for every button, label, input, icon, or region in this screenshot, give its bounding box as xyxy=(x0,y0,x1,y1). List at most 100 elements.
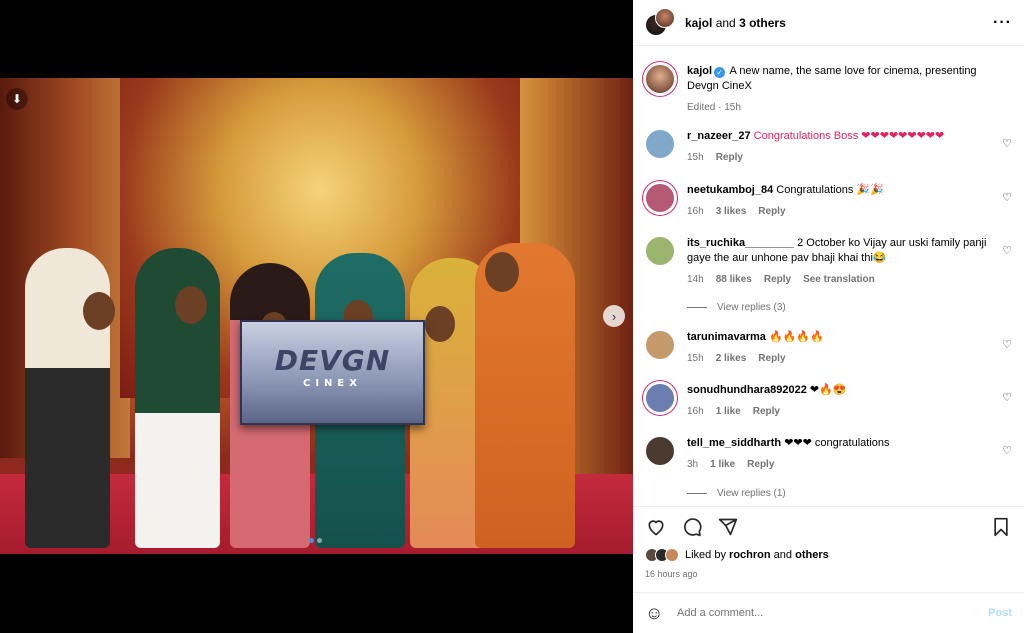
comment-likes[interactable]: 1 like xyxy=(716,404,741,419)
reply-button[interactable]: Reply xyxy=(747,457,774,472)
caption-text: A new name, the same love for cinema, pr… xyxy=(687,65,977,92)
person-1-head xyxy=(83,292,115,330)
comment-meta: 3h 1 like Reply xyxy=(687,457,992,472)
collaborators-link[interactable]: 3 others xyxy=(739,16,786,30)
post-photo[interactable]: DEVGN CINEX xyxy=(0,78,633,554)
likes-and-text: and xyxy=(773,549,793,561)
post-media: DEVGN CINEX ⬇ › xyxy=(0,0,633,633)
caption-edited: Edited · 15h xyxy=(687,102,741,113)
emoji-icon[interactable]: ☺ xyxy=(645,603,667,624)
comment-text: Congratulations 🎉🎉 xyxy=(776,184,884,196)
post-panel: kajol and 3 others ··· kajol ✓ A new name… xyxy=(633,0,1024,633)
comment-text: Congratulations Boss ❤❤❤❤❤❤❤❤❤ xyxy=(753,130,945,142)
comment-likes[interactable]: 1 like xyxy=(710,457,735,472)
caption-username[interactable]: kajol xyxy=(687,65,712,77)
comment-text: 🔥🔥🔥🔥 xyxy=(768,331,824,343)
person-5-head xyxy=(425,306,455,342)
replies-line xyxy=(687,493,707,494)
post-header: kajol and 3 others ··· xyxy=(633,0,1024,46)
person-2-head xyxy=(175,286,207,324)
liker-username[interactable]: rochron xyxy=(729,549,771,561)
header-authors: kajol and 3 others xyxy=(685,16,786,30)
view-replies-button[interactable]: View replies (1) xyxy=(687,488,786,499)
verified-badge-icon: ✓ xyxy=(714,67,726,78)
like-comment-icon[interactable]: ♡ xyxy=(1002,444,1012,457)
author-username[interactable]: kajol xyxy=(685,16,712,30)
caption-body: kajol ✓ A new name, the same love for cin… xyxy=(687,64,992,115)
comments-scroll[interactable]: kajol ✓ A new name, the same love for cin… xyxy=(633,47,1024,506)
like-comment-icon[interactable]: ♡ xyxy=(1002,244,1012,257)
comment-body: tarunimavarma 🔥🔥🔥🔥 15h 2 likes Reply xyxy=(687,330,992,366)
avatar[interactable] xyxy=(645,64,675,94)
like-comment-icon[interactable]: ♡ xyxy=(1002,137,1012,150)
author-avatars[interactable] xyxy=(645,7,675,38)
avatar[interactable] xyxy=(645,383,675,413)
reply-button[interactable]: Reply xyxy=(758,351,785,366)
bookmark-icon[interactable] xyxy=(990,516,1012,538)
comment-time: 15h xyxy=(687,353,704,364)
comment-body: tell_me_siddharth ❤❤❤ congratulations 3h… xyxy=(687,436,992,472)
caption-meta: Edited · 15h xyxy=(687,100,992,115)
comment-time: 15h xyxy=(687,152,704,163)
avatar[interactable] xyxy=(645,183,675,213)
comment-time: 16h xyxy=(687,406,704,417)
comment-likes[interactable]: 2 likes xyxy=(716,351,747,366)
view-replies-button[interactable]: View replies (3) xyxy=(687,302,786,313)
person-6-head xyxy=(485,252,519,292)
post-comment-button[interactable]: Post xyxy=(988,607,1012,619)
likes-text: Liked by rochron and others xyxy=(685,549,829,561)
download-icon[interactable]: ⬇ xyxy=(6,88,28,110)
replies-line xyxy=(687,307,707,308)
comment-username[interactable]: tarunimavarma xyxy=(687,331,766,343)
comment-body: r_nazeer_27 Congratulations Boss ❤❤❤❤❤❤❤… xyxy=(687,129,992,165)
comment-username[interactable]: tell_me_siddharth xyxy=(687,437,781,449)
avatar[interactable] xyxy=(645,436,675,466)
devgn-cinex-sign: DEVGN CINEX xyxy=(240,320,425,425)
like-icon[interactable] xyxy=(645,516,667,538)
like-comment-icon[interactable]: ♡ xyxy=(1002,191,1012,204)
like-comment-icon[interactable]: ♡ xyxy=(1002,338,1012,351)
avatar xyxy=(655,7,675,28)
reply-button[interactable]: Reply xyxy=(764,272,791,287)
comment-icon[interactable] xyxy=(681,516,703,538)
comment-username[interactable]: sonudhundhara892022 xyxy=(687,384,807,396)
see-translation-link[interactable]: See translation xyxy=(803,272,875,287)
comment-time: 3h xyxy=(687,459,699,470)
avatar[interactable] xyxy=(645,236,675,266)
view-replies-label[interactable]: View replies (1) xyxy=(717,488,786,499)
avatar[interactable] xyxy=(645,330,675,360)
likers-others-link[interactable]: others xyxy=(795,549,829,561)
comment-input[interactable] xyxy=(677,607,989,619)
liked-by-label: Liked by xyxy=(685,549,726,561)
more-options-icon[interactable]: ··· xyxy=(993,14,1012,32)
comment-text: ❤🔥😍 xyxy=(809,384,847,396)
comment-composer: ☺ Post xyxy=(633,592,1024,633)
avatar[interactable] xyxy=(645,129,675,159)
share-icon[interactable] xyxy=(717,516,739,538)
comment-body: sonudhundhara892022 ❤🔥😍 16h 1 like Reply xyxy=(687,383,992,419)
comment-username[interactable]: neetukamboj_84 xyxy=(687,184,773,196)
sign-title: DEVGN xyxy=(274,344,391,377)
comment-username[interactable]: r_nazeer_27 xyxy=(687,130,751,142)
likes-summary: Liked by rochron and others xyxy=(645,548,829,562)
comment-username[interactable]: its_ruchika________ xyxy=(687,237,794,249)
sign-subtitle: CINEX xyxy=(303,378,362,389)
carousel-dot-active xyxy=(309,538,314,543)
chevron-right-icon: › xyxy=(611,308,617,324)
like-comment-icon[interactable]: ♡ xyxy=(1002,391,1012,404)
reply-button[interactable]: Reply xyxy=(753,404,780,419)
comment-likes[interactable]: 88 likes xyxy=(716,272,752,287)
reply-button[interactable]: Reply xyxy=(758,204,785,219)
post-timestamp[interactable]: 16 hours ago xyxy=(645,569,698,579)
comment-meta: 16h 3 likes Reply xyxy=(687,204,992,219)
comment-likes[interactable]: 3 likes xyxy=(716,204,747,219)
comment-text: ❤❤❤ congratulations xyxy=(784,437,890,449)
next-slide-button[interactable]: › xyxy=(603,305,625,327)
comment-meta: 15h 2 likes Reply xyxy=(687,351,992,366)
carousel-dot xyxy=(317,538,322,543)
reply-button[interactable]: Reply xyxy=(716,150,743,165)
comment-meta: 16h 1 like Reply xyxy=(687,404,992,419)
comment-body: its_ruchika________ 2 October ko Vijay a… xyxy=(687,236,992,287)
view-replies-label[interactable]: View replies (3) xyxy=(717,302,786,313)
post-actions xyxy=(633,506,1024,546)
